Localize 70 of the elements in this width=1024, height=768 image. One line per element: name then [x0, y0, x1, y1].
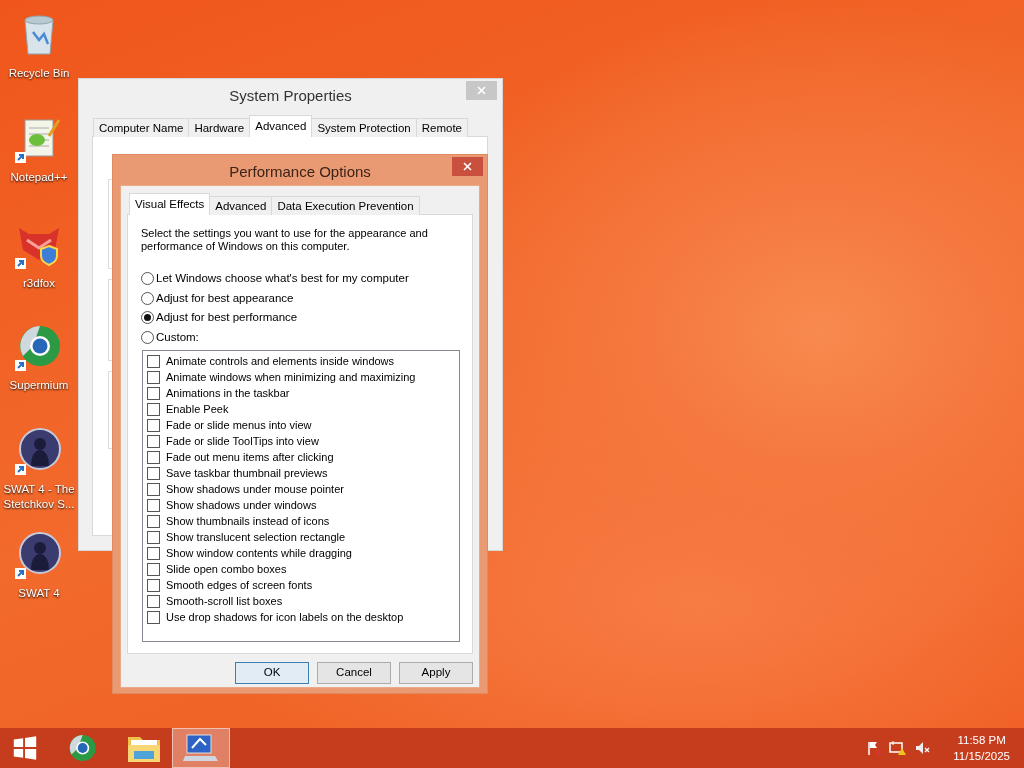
checkbox-label: Animations in the taskbar — [166, 385, 290, 401]
checkbox[interactable] — [147, 562, 160, 576]
checkbox[interactable] — [147, 434, 160, 448]
radio-option[interactable]: Custom: — [141, 327, 472, 347]
checkbox[interactable] — [147, 466, 160, 480]
close-button[interactable] — [452, 157, 483, 176]
dialog-button[interactable]: Cancel — [317, 662, 391, 684]
dialog-button[interactable]: OK — [235, 662, 309, 684]
checkbox[interactable] — [147, 370, 160, 384]
checkbox-label: Use drop shadows for icon labels on the desktop — [166, 609, 404, 625]
flag-icon[interactable] — [866, 740, 883, 756]
checkbox-label: Show thumbnails instead of icons — [166, 513, 330, 529]
radio-label: Adjust for best appearance — [156, 290, 294, 306]
radio-button[interactable] — [141, 291, 154, 305]
checkbox-label: Animate windows when minimizing and maximizing — [166, 369, 416, 385]
checkbox-label: Smooth-scroll list boxes — [166, 593, 283, 609]
checkbox-label: Fade or slide menus into view — [166, 417, 312, 433]
description-text: Select the settings you want to use for the appearance and performance of Windows on this computer. — [141, 227, 429, 253]
taskbar-button[interactable] — [172, 728, 230, 768]
radio-button[interactable] — [141, 330, 154, 344]
tab[interactable]: Data Execution Prevention — [271, 196, 420, 215]
checkbox-label: Show window contents while dragging — [166, 545, 352, 561]
radio-button[interactable] — [141, 272, 154, 286]
network-icon[interactable] — [889, 740, 908, 756]
checkbox[interactable] — [147, 354, 160, 368]
radio-label: Let Windows choose what's best for my computer — [156, 271, 409, 287]
checkbox[interactable] — [147, 546, 160, 560]
checkbox[interactable] — [147, 418, 160, 432]
close-icon — [463, 162, 472, 172]
checkbox-label: Slide open combo boxes — [166, 561, 287, 577]
radio-option[interactable]: Adjust for best appearance — [141, 288, 472, 308]
window-title: Performance Options — [229, 163, 371, 180]
tab[interactable]: System Protection — [311, 118, 417, 137]
checkbox[interactable] — [147, 386, 160, 400]
checkbox[interactable] — [147, 578, 160, 592]
radio-label: Custom: — [156, 329, 199, 345]
tab[interactable]: Advanced — [249, 115, 313, 137]
close-icon — [477, 86, 486, 96]
checkbox[interactable] — [147, 482, 160, 496]
checkbox-label: Animate controls and elements inside windows — [166, 353, 395, 369]
tab[interactable]: Advanced — [209, 196, 273, 215]
checkbox[interactable] — [147, 530, 160, 544]
radio-option[interactable]: Adjust for best performance — [141, 308, 472, 328]
checkbox-label: Fade or slide ToolTips into view — [166, 433, 319, 449]
checkbox[interactable] — [147, 498, 160, 512]
checkbox-label: Smooth edges of screen fonts — [166, 577, 313, 593]
clock[interactable]: 11:58 PM 11/15/2025 — [953, 732, 1010, 764]
checkbox[interactable] — [147, 402, 160, 416]
checkbox[interactable] — [147, 450, 160, 464]
radio-label: Adjust for best performance — [156, 310, 298, 326]
start-icon — [11, 733, 39, 763]
checkbox-label: Save taskbar thumbnail previews — [166, 465, 328, 481]
tab[interactable]: Remote — [415, 118, 468, 137]
computer-icon — [183, 732, 219, 764]
checkbox-label: Enable Peek — [166, 401, 229, 417]
checkbox-label: Fade out menu items after clicking — [166, 449, 334, 465]
tab[interactable]: Computer Name — [93, 118, 190, 137]
checkbox-label: Show shadows under windows — [166, 497, 317, 513]
checkbox[interactable] — [147, 594, 160, 608]
checkbox[interactable] — [147, 514, 160, 528]
tab[interactable]: Visual Effects — [129, 193, 211, 215]
checkbox-label: Show shadows under mouse pointer — [166, 481, 344, 497]
checkbox[interactable] — [147, 610, 160, 624]
window-title: System Properties — [229, 87, 352, 104]
radio-button[interactable] — [141, 311, 154, 325]
speaker-icon[interactable] — [914, 740, 931, 756]
dialog-button[interactable]: Apply — [399, 662, 473, 684]
tab[interactable]: Hardware — [188, 118, 251, 137]
checkbox-label: Show translucent selection rectangle — [166, 529, 346, 545]
radio-option[interactable]: Let Windows choose what's best for my computer — [141, 269, 472, 289]
